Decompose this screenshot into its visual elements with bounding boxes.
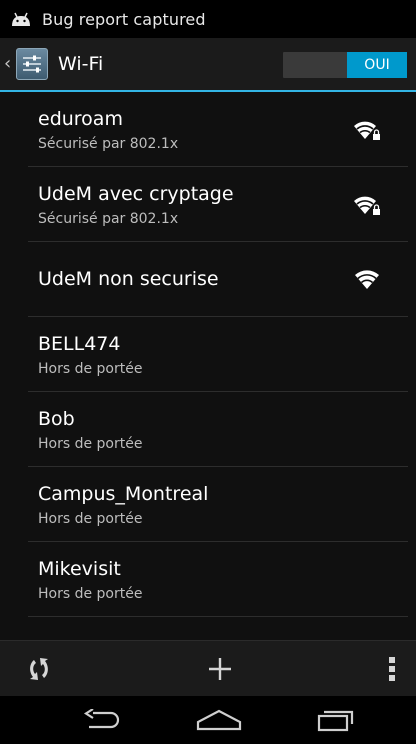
network-item-partial[interactable] [28, 617, 408, 640]
network-status: Hors de portée [38, 586, 143, 602]
add-network-icon [209, 658, 231, 680]
wps-icon [30, 658, 48, 680]
network-item-bell474[interactable]: BELL474 Hors de portée [28, 317, 408, 392]
network-name: Campus_Montreal [38, 483, 209, 505]
network-name: UdeM avec cryptage [38, 183, 234, 205]
page-title: Wi-Fi [58, 53, 104, 75]
network-item-udem-avec-cryptage[interactable]: UdeM avec cryptage Sécurisé par 802.1x [28, 167, 408, 242]
network-name: Bob [38, 408, 75, 430]
recents-icon [317, 710, 354, 732]
network-item-campus-montreal[interactable]: Campus_Montreal Hors de portée [28, 467, 408, 542]
network-list: eduroam Sécurisé par 802.1x UdeM avec cr… [0, 92, 416, 640]
wifi-settings-icon [16, 48, 48, 80]
wifi-toggle[interactable]: OUI [283, 52, 407, 78]
status-bar: Bug report captured [0, 0, 416, 38]
home-icon [196, 709, 242, 731]
overflow-menu-icon [389, 657, 395, 681]
network-status: Hors de portée [38, 361, 143, 377]
network-name: UdeM non securise [38, 268, 219, 290]
toggle-on-label: OUI [347, 52, 407, 78]
network-item-bob[interactable]: Bob Hors de portée [28, 392, 408, 467]
network-name: eduroam [38, 108, 123, 130]
navigation-bar [0, 696, 416, 744]
network-item-mikevisit[interactable]: Mikevisit Hors de portée [28, 542, 408, 617]
bottom-action-bar [0, 640, 416, 696]
network-item-eduroam[interactable]: eduroam Sécurisé par 802.1x [28, 92, 408, 167]
notification-text: Bug report captured [42, 9, 206, 29]
recents-button[interactable] [290, 696, 380, 744]
back-icon [83, 709, 120, 729]
network-status: Hors de portée [38, 511, 143, 527]
network-name: Mikevisit [38, 558, 121, 580]
overflow-menu-button[interactable] [370, 641, 414, 697]
android-icon [12, 12, 30, 26]
action-bar: ‹ Wi-Fi OUI [0, 38, 416, 92]
home-button[interactable] [174, 696, 264, 744]
network-status: Sécurisé par 802.1x [38, 211, 179, 227]
back-button[interactable] [58, 696, 148, 744]
up-button[interactable]: ‹ [0, 38, 48, 90]
wifi-lock-icon [354, 121, 380, 140]
network-item-udem-non-securise[interactable]: UdeM non securise [28, 242, 408, 317]
wifi-lock-icon [354, 196, 380, 215]
add-network-button[interactable] [190, 641, 250, 697]
network-status: Hors de portée [38, 436, 143, 452]
network-status: Sécurisé par 802.1x [38, 136, 179, 152]
network-name: BELL474 [38, 333, 121, 355]
wifi-icon [355, 270, 379, 289]
chevron-left-icon: ‹ [4, 53, 12, 74]
wps-button[interactable] [16, 641, 62, 697]
